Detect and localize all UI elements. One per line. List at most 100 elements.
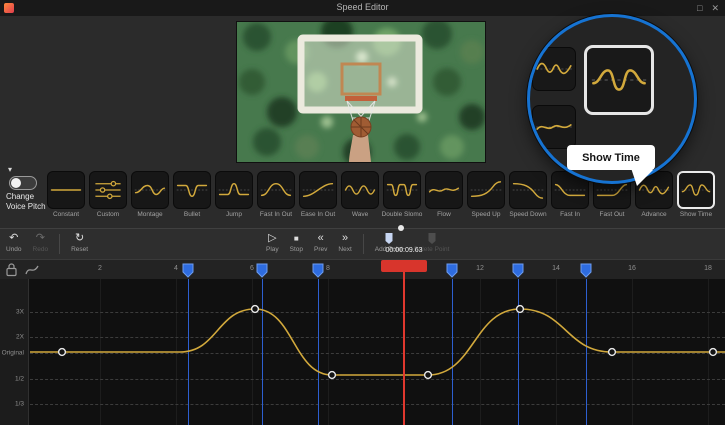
next-icon: » xyxy=(342,232,348,245)
preset-custom[interactable]: Custom xyxy=(89,171,127,218)
playhead-handle[interactable] xyxy=(381,260,427,272)
preset-constant[interactable]: Constant xyxy=(47,171,85,218)
keyframe-marker[interactable] xyxy=(580,263,592,278)
preset-wave[interactable]: Wave xyxy=(341,171,379,218)
video-preview xyxy=(237,22,485,162)
scale-label-1-2: 1/2 xyxy=(15,376,24,383)
curve-point[interactable] xyxy=(252,306,259,313)
current-time-label: 00:00:09.63 xyxy=(374,247,434,254)
keyframe-marker[interactable] xyxy=(446,263,458,278)
ruler-tick-8: 8 xyxy=(326,265,330,272)
double-slomo-curve-icon xyxy=(383,171,421,209)
stop-button[interactable]: ■ Stop xyxy=(290,232,303,253)
preset-label: Montage xyxy=(137,211,162,218)
preset-label: Show Time xyxy=(680,211,712,218)
basketball-backboard xyxy=(301,38,419,124)
strip-scroll-dot[interactable] xyxy=(398,225,404,231)
change-voice-pitch-toggle[interactable] xyxy=(9,176,37,190)
toolbar: ↶ Undo ↷ Redo ↻ Reset ▷ Play ■ Stop xyxy=(0,229,725,259)
preset-fast-in-out[interactable]: Fast In Out xyxy=(257,171,295,218)
keyframe-marker[interactable] xyxy=(312,263,324,278)
preset-label: Advance xyxy=(641,211,666,218)
speed-up-curve-icon xyxy=(467,171,505,209)
undo-button[interactable]: ↶ Undo xyxy=(6,232,22,253)
keyframe-marker[interactable] xyxy=(512,263,524,278)
curve-point[interactable] xyxy=(609,349,616,356)
preset-double-slomo[interactable]: Double Slomo xyxy=(383,171,421,218)
preset-label: Custom xyxy=(97,211,119,218)
bullet-curve-icon xyxy=(173,171,211,209)
constant-curve-icon xyxy=(47,171,85,209)
ease-in-out-curve-icon xyxy=(299,171,337,209)
next-button[interactable]: » Next xyxy=(338,232,351,253)
keyframe-marker[interactable] xyxy=(256,263,268,278)
show-time-curve-icon xyxy=(587,99,651,116)
fast-in-out-curve-icon xyxy=(257,171,295,209)
preset-label: Fast In xyxy=(560,211,580,218)
divider xyxy=(59,234,60,254)
preset-label: Bullet xyxy=(184,211,200,218)
speed-editor-window: Speed Editor □ ✕ xyxy=(0,0,725,425)
reset-icon: ↻ xyxy=(75,232,84,245)
timeline-ruler[interactable]: 24681012141618 xyxy=(0,259,725,279)
curve-editor: 3X 2X Original 1/2 1/3 xyxy=(0,279,725,425)
custom-curve-icon xyxy=(89,171,127,209)
curve-plot[interactable] xyxy=(30,279,725,425)
close-icon[interactable]: ✕ xyxy=(711,1,719,15)
redo-icon: ↷ xyxy=(36,232,45,245)
ruler-tick-4: 4 xyxy=(174,265,178,272)
preset-label: Jump xyxy=(226,211,242,218)
redo-button[interactable]: ↷ Redo xyxy=(33,232,49,253)
play-button[interactable]: ▷ Play xyxy=(266,232,279,253)
change-voice-pitch-label: Change Voice Pitch xyxy=(6,192,46,213)
speed-scale-column: 3X 2X Original 1/2 1/3 xyxy=(0,279,29,425)
ball-and-hand xyxy=(349,117,371,162)
curve-point[interactable] xyxy=(710,349,717,356)
ruler-tick-2: 2 xyxy=(98,265,102,272)
ruler-tick-16: 16 xyxy=(628,265,636,272)
preset-label: Double Slomo xyxy=(382,211,423,218)
preset-flow[interactable]: Flow xyxy=(425,171,463,218)
preset-label: Constant xyxy=(53,211,79,218)
show-time-bubble: Show Time xyxy=(567,145,655,170)
montage-curve-icon xyxy=(131,171,169,209)
prev-icon: « xyxy=(318,232,324,245)
preset-bullet[interactable]: Bullet xyxy=(173,171,211,218)
scale-label-original: Original xyxy=(2,350,24,357)
advance-curve-icon xyxy=(533,77,575,94)
undo-icon: ↶ xyxy=(9,232,18,245)
zoomed-neighbor-preset xyxy=(532,47,576,91)
toggle-knob xyxy=(11,178,21,188)
keyframe-marker[interactable] xyxy=(182,263,194,278)
maximize-icon[interactable]: □ xyxy=(697,1,702,15)
preset-label: Speed Down xyxy=(509,211,546,218)
preset-montage[interactable]: Montage xyxy=(131,171,169,218)
ruler-tick-6: 6 xyxy=(250,265,254,272)
curve-point[interactable] xyxy=(517,306,524,313)
preset-label: Speed Up xyxy=(472,211,501,218)
preset-label: Flow xyxy=(437,211,451,218)
ruler-tick-12: 12 xyxy=(476,265,484,272)
preview-frame-image xyxy=(237,22,485,162)
flow-curve-icon xyxy=(425,171,463,209)
curve-point[interactable] xyxy=(329,372,336,379)
curve-point[interactable] xyxy=(59,349,66,356)
collapse-arrow-icon[interactable]: ▾ xyxy=(8,165,12,174)
preset-ease-in-out[interactable]: Ease In Out xyxy=(299,171,337,218)
scale-label-3x: 3X xyxy=(16,309,24,316)
ruler-tick-14: 14 xyxy=(552,265,560,272)
preset-speed-up[interactable]: Speed Up xyxy=(467,171,505,218)
scale-label-1-3: 1/3 xyxy=(15,401,24,408)
divider xyxy=(363,234,364,254)
scale-label-2x: 2X xyxy=(16,334,24,341)
reset-button[interactable]: ↻ Reset xyxy=(71,232,88,253)
add-point-flag-icon xyxy=(384,232,394,245)
playhead-line[interactable] xyxy=(403,272,405,425)
preset-label: Wave xyxy=(352,211,368,218)
stop-icon: ■ xyxy=(294,232,299,245)
curve-point[interactable] xyxy=(425,372,432,379)
preset-jump[interactable]: Jump xyxy=(215,171,253,218)
prev-button[interactable]: « Prev xyxy=(314,232,327,253)
zoomed-neighbor-preset xyxy=(532,105,576,149)
preset-label: Fast Out xyxy=(600,211,625,218)
